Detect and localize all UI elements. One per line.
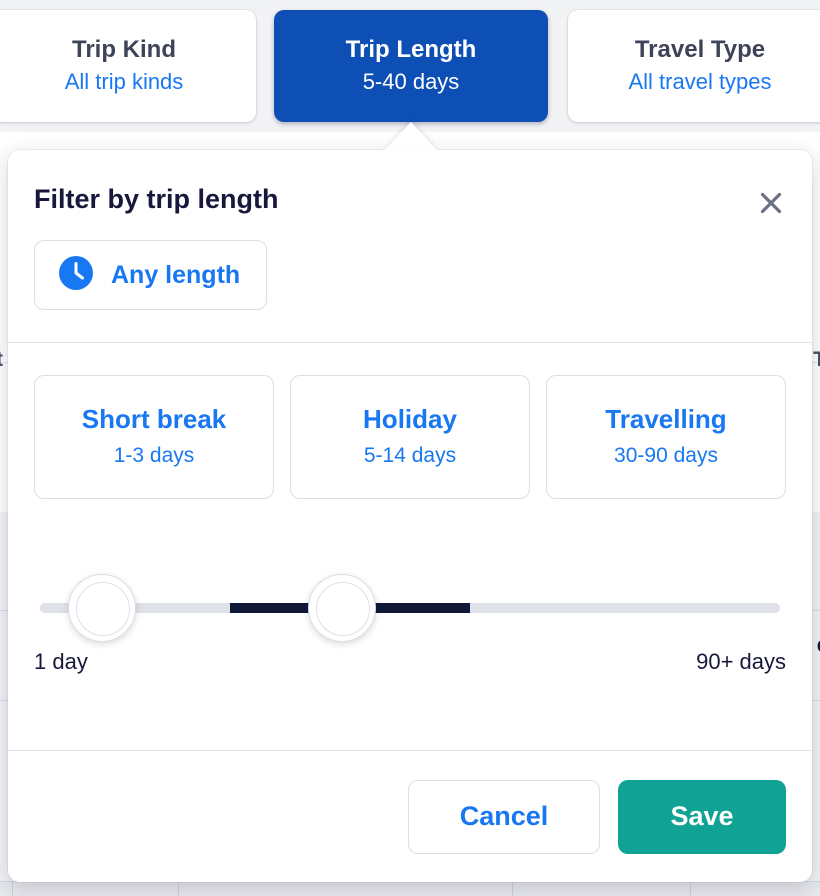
dialog-footer: Cancel Save — [8, 750, 812, 882]
preset-holiday[interactable]: Holiday 5-14 days — [290, 375, 530, 499]
filter-tab-bar: Trip Kind All trip kinds Trip Length 5-4… — [0, 0, 820, 132]
trip-length-filter-dialog: Filter by trip length Any length Short b… — [8, 150, 812, 882]
filter-tab-trip-kind[interactable]: Trip Kind All trip kinds — [0, 10, 256, 122]
background-bottom-tick — [178, 882, 179, 896]
preset-title: Short break — [81, 404, 227, 435]
preset-range: 1-3 days — [113, 444, 195, 468]
background-bottom-tick — [12, 882, 13, 896]
preset-short-break[interactable]: Short break 1-3 days — [34, 375, 274, 499]
preset-range: 5-14 days — [363, 444, 457, 468]
filter-tab-trip-length[interactable]: Trip Length 5-40 days — [274, 10, 548, 122]
filter-panel-screen: t T e Trip Kind All trip kinds Trip Leng… — [0, 0, 820, 896]
filter-tab-title: Travel Type — [634, 36, 766, 64]
preset-travelling[interactable]: Travelling 30-90 days — [546, 375, 786, 499]
any-length-button[interactable]: Any length — [34, 240, 268, 310]
background-bottom-tick — [512, 882, 513, 896]
filter-tab-title: Trip Length — [345, 36, 477, 64]
cancel-button[interactable]: Cancel — [408, 779, 600, 854]
preset-buttons-group: Short break 1-3 days Holiday 5-14 days T… — [8, 343, 812, 499]
background-text-left-fragment: t — [0, 348, 3, 372]
popover-arrow-icon — [385, 122, 437, 150]
dialog-title: Filter by trip length — [34, 184, 279, 214]
any-length-row: Any length — [8, 240, 812, 310]
slider-labels: 1 day 90+ days — [34, 649, 786, 675]
filter-tab-value: All trip kinds — [64, 69, 184, 95]
filter-tab-travel-type[interactable]: Travel Type All travel types — [568, 10, 820, 122]
background-bottom-tick — [690, 882, 691, 896]
slider-handle-max[interactable] — [308, 574, 377, 642]
dialog-header: Filter by trip length — [8, 150, 812, 240]
background-bottom-bar — [0, 881, 820, 896]
slider-handle-min[interactable] — [67, 574, 136, 642]
preset-title: Holiday — [363, 404, 457, 435]
slider-max-label: 90+ days — [696, 649, 786, 674]
preset-title: Travelling — [605, 404, 727, 435]
background-text-right-fragment: T — [813, 348, 820, 371]
close-icon — [756, 188, 786, 218]
close-button[interactable] — [750, 182, 792, 224]
any-length-label: Any length — [111, 260, 241, 289]
filter-tab-value: 5-40 days — [362, 69, 460, 95]
filter-tab-title: Trip Kind — [72, 36, 176, 64]
preset-range: 30-90 days — [614, 444, 718, 468]
filter-tab-value: All travel types — [628, 69, 772, 95]
slider-min-label: 1 day — [34, 649, 88, 674]
clock-icon — [57, 254, 95, 297]
save-button[interactable]: Save — [618, 779, 786, 854]
trip-length-range-slider[interactable]: 1 day 90+ days — [34, 561, 786, 674]
